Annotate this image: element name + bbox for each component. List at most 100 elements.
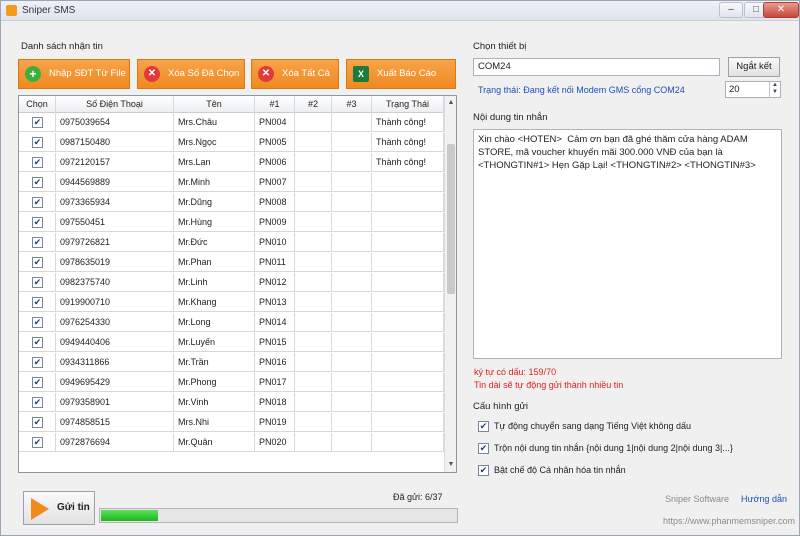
header-p3[interactable]: #3	[332, 96, 372, 113]
spin-up-icon[interactable]: ▲	[770, 82, 780, 89]
scroll-up-icon[interactable]: ▲	[445, 96, 456, 109]
spin-down-icon[interactable]: ▼	[770, 89, 780, 96]
cell-param3	[332, 213, 372, 232]
import-phone-label: Nhập SĐT Từ File	[49, 68, 126, 79]
cell-status	[372, 193, 444, 212]
cell-param2	[295, 213, 332, 232]
table-row[interactable]: ✔ 0949440406 Mr.Luyến PN015	[19, 333, 444, 352]
cell-param2	[295, 413, 332, 432]
table-row[interactable]: ✔ 0976254330 Mr.Long PN014	[19, 313, 444, 332]
export-report-button[interactable]: X Xuất Báo Cáo	[346, 59, 456, 89]
row-checkbox[interactable]: ✔	[32, 137, 43, 148]
row-checkbox[interactable]: ✔	[32, 217, 43, 228]
header-select[interactable]: Chọn	[19, 96, 56, 113]
row-checkbox[interactable]: ✔	[32, 237, 43, 248]
table-row[interactable]: ✔ 0934311866 Mr.Trần PN016	[19, 353, 444, 372]
table-row[interactable]: ✔ 0972120157 Mrs.Lan PN006 Thành công!	[19, 153, 444, 172]
sent-count: Đã gửi: 6/37	[393, 492, 443, 502]
scroll-down-icon[interactable]: ▼	[445, 458, 456, 471]
cell-param2	[295, 353, 332, 372]
cell-param3	[332, 373, 372, 392]
spinner-arrows[interactable]: ▲ ▼	[769, 82, 780, 97]
row-checkbox[interactable]: ✔	[32, 417, 43, 428]
cell-select: ✔	[19, 333, 56, 352]
delete-selected-button[interactable]: ✕ Xóa Số Đã Chọn	[137, 59, 245, 89]
table-row[interactable]: ✔ 0973365934 Mr.Dũng PN008	[19, 193, 444, 212]
option-mix-content-label: Trộn nội dung tin nhắn {nội dung 1|nội d…	[494, 443, 733, 453]
help-link[interactable]: Hướng dẫn	[741, 494, 787, 504]
cell-param1: PN013	[255, 293, 295, 312]
row-checkbox[interactable]: ✔	[32, 317, 43, 328]
table-row[interactable]: ✔ 0974858515 Mrs.Nhi PN019	[19, 413, 444, 432]
header-name[interactable]: Tên	[174, 96, 255, 113]
import-phone-button[interactable]: + Nhập SĐT Từ File	[18, 59, 130, 89]
message-textarea[interactable]: Xin chào <HOTEN> Cảm ơn bạn đã ghé thăm …	[473, 129, 782, 359]
row-checkbox[interactable]: ✔	[32, 197, 43, 208]
header-p1[interactable]: #1	[255, 96, 295, 113]
cell-param3	[332, 113, 372, 132]
table-header: Chọn Số Điện Thoại Tên #1 #2 #3 Trạng Th…	[19, 96, 444, 113]
cell-param2	[295, 313, 332, 332]
row-checkbox[interactable]: ✔	[32, 397, 43, 408]
cell-select: ✔	[19, 413, 56, 432]
row-checkbox[interactable]: ✔	[32, 277, 43, 288]
row-checkbox[interactable]: ✔	[32, 117, 43, 128]
header-p2[interactable]: #2	[295, 96, 332, 113]
header-status[interactable]: Trạng Thái	[372, 96, 444, 113]
port-input[interactable]: COM24	[473, 58, 720, 76]
recipient-list-label: Danh sách nhận tin	[21, 41, 103, 52]
row-checkbox[interactable]: ✔	[32, 177, 43, 188]
table-row[interactable]: ✔ 0919900710 Mr.Khang PN013	[19, 293, 444, 312]
scroll-thumb[interactable]	[447, 144, 455, 294]
table-scrollbar[interactable]: ▲ ▼	[444, 96, 456, 472]
cell-select: ✔	[19, 213, 56, 232]
close-button[interactable]: ✕	[763, 2, 799, 18]
row-checkbox[interactable]: ✔	[32, 357, 43, 368]
app-logo-icon	[6, 5, 17, 16]
table-row[interactable]: ✔ 0982375740 Mr.Linh PN012	[19, 273, 444, 292]
connection-status: Trạng thái: Đang kết nối Modem GMS cổng …	[478, 85, 685, 95]
delete-icon: ✕	[144, 66, 160, 82]
header-phone[interactable]: Số Điện Thoại	[56, 96, 174, 113]
cell-status	[372, 213, 444, 232]
row-checkbox[interactable]: ✔	[32, 377, 43, 388]
cell-status	[372, 273, 444, 292]
cell-phone: 0949440406	[56, 333, 174, 352]
table-row[interactable]: ✔ 0979358901 Mr.Vinh PN018	[19, 393, 444, 412]
checkbox-checked-icon[interactable]: ✔	[478, 465, 489, 476]
cell-select: ✔	[19, 273, 56, 292]
send-button[interactable]: Gửi tin	[23, 491, 95, 525]
cell-phone: 0987150480	[56, 133, 174, 152]
device-label: Chọn thiết bị	[473, 41, 527, 52]
send-interval-spinner[interactable]: 20 ▲ ▼	[725, 81, 781, 98]
delete-all-button[interactable]: ✕ Xóa Tất Cả	[251, 59, 339, 89]
cell-param2	[295, 233, 332, 252]
table-row[interactable]: ✔ 0975039654 Mrs.Châu PN004 Thành công!	[19, 113, 444, 132]
row-checkbox[interactable]: ✔	[32, 257, 43, 268]
cell-param3	[332, 193, 372, 212]
table-row[interactable]: ✔ 0979726821 Mr.Đức PN010	[19, 233, 444, 252]
cell-param3	[332, 393, 372, 412]
disconnect-button[interactable]: Ngắt kết	[728, 57, 780, 77]
cell-param2	[295, 373, 332, 392]
row-checkbox[interactable]: ✔	[32, 157, 43, 168]
table-row[interactable]: ✔ 0987150480 Mrs.Ngọc PN005 Thành công!	[19, 133, 444, 152]
row-checkbox[interactable]: ✔	[32, 437, 43, 448]
cell-param1: PN015	[255, 333, 295, 352]
cell-param1: PN011	[255, 253, 295, 272]
checkbox-checked-icon[interactable]: ✔	[478, 421, 489, 432]
cell-param1: PN005	[255, 133, 295, 152]
table-row[interactable]: ✔ 0949695429 Mr.Phong PN017	[19, 373, 444, 392]
table-row[interactable]: ✔ 097550451 Mr.Hùng PN009	[19, 213, 444, 232]
row-checkbox[interactable]: ✔	[32, 297, 43, 308]
table-row[interactable]: ✔ 0944569889 Mr.Minh PN007	[19, 173, 444, 192]
row-checkbox[interactable]: ✔	[32, 337, 43, 348]
cell-status: Thành công!	[372, 133, 444, 152]
checkbox-checked-icon[interactable]: ✔	[478, 443, 489, 454]
cell-param3	[332, 233, 372, 252]
table-row[interactable]: ✔ 0978635019 Mr.Phan PN011	[19, 253, 444, 272]
cell-status	[372, 333, 444, 352]
minimize-button[interactable]: –	[719, 2, 743, 18]
table-row[interactable]: ✔ 0972876694 Mr.Quân PN020	[19, 433, 444, 452]
cell-phone: 097550451	[56, 213, 174, 232]
